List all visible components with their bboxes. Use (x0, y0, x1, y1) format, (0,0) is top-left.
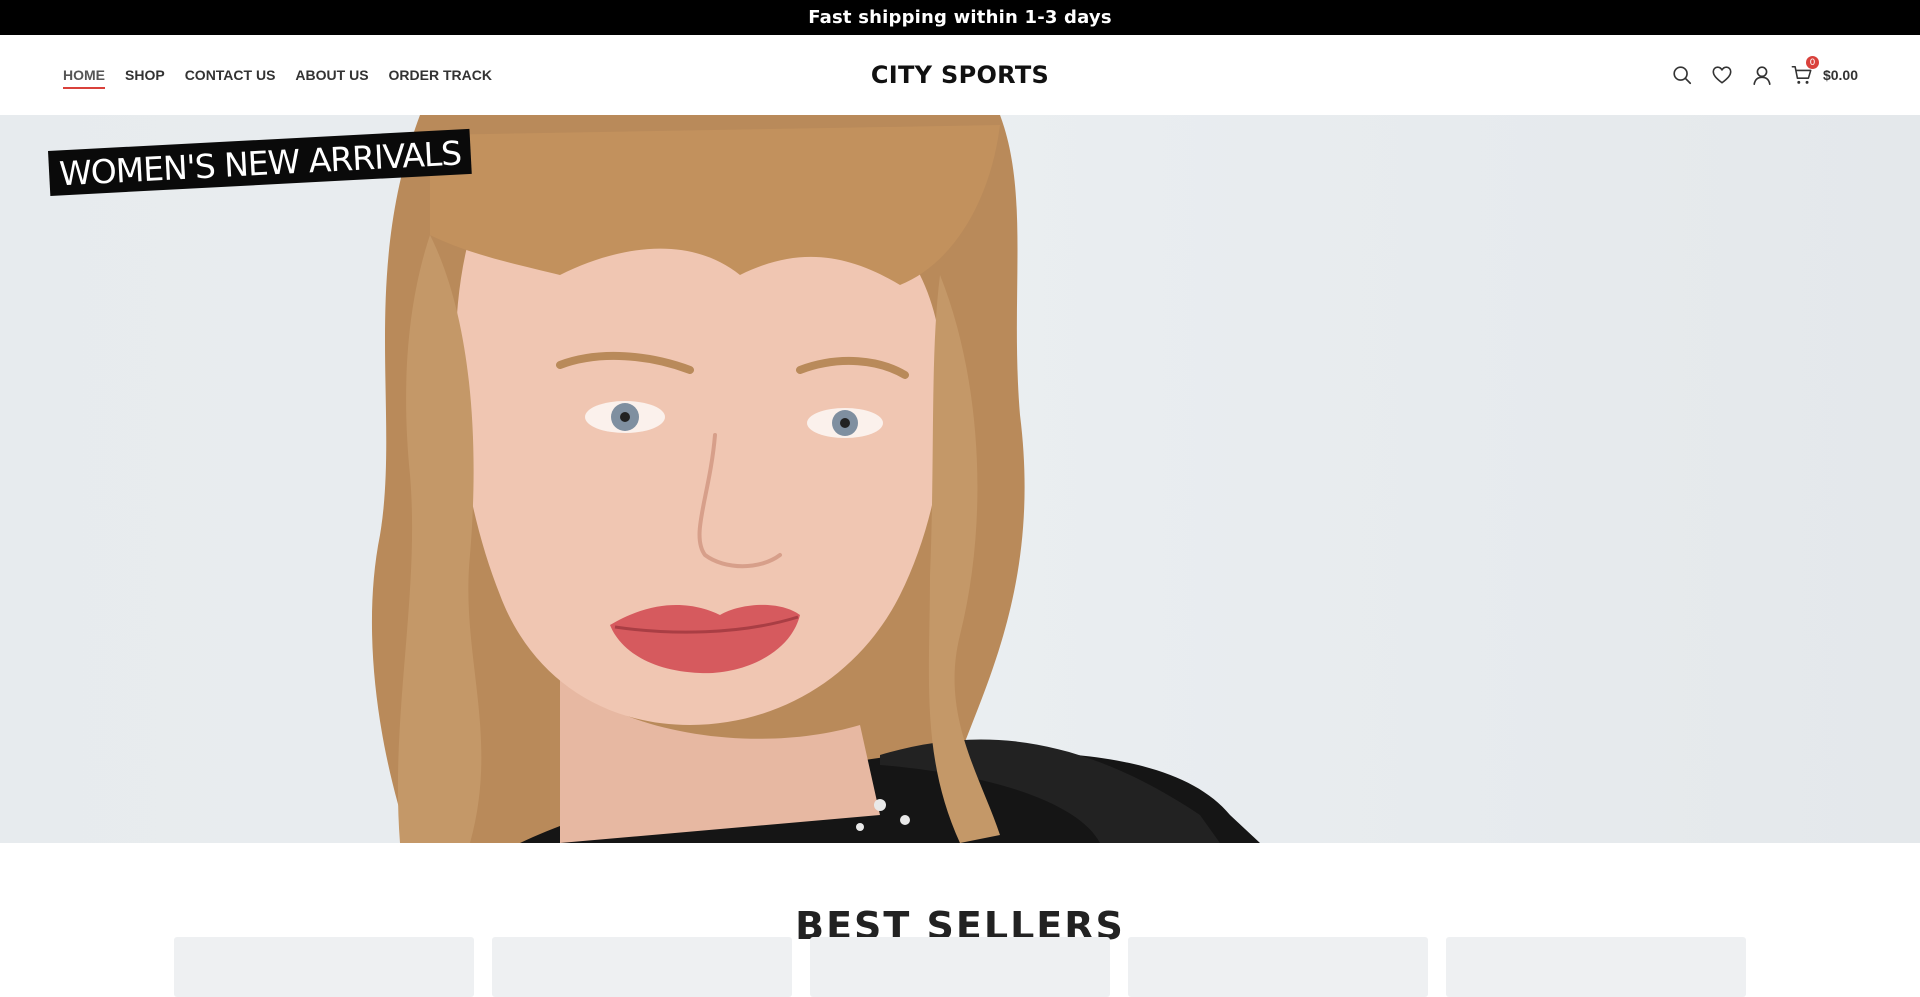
product-card[interactable] (492, 937, 792, 997)
search-button[interactable] (1671, 64, 1693, 86)
product-card[interactable] (810, 937, 1110, 997)
product-card[interactable] (174, 937, 474, 997)
cart-total: $0.00 (1822, 67, 1858, 83)
nav-order-track[interactable]: ORDER TRACK (389, 63, 492, 87)
product-grid (174, 937, 1746, 997)
nav-home[interactable]: HOME (63, 63, 105, 89)
cart-icon-wrap: 0 (1791, 56, 1819, 86)
cart-button[interactable]: 0 $0.00 (1791, 56, 1858, 86)
header-actions: 0 $0.00 (1671, 35, 1858, 115)
product-card[interactable] (1128, 937, 1428, 997)
promo-text: Fast shipping within 1-3 days (808, 7, 1112, 28)
wishlist-button[interactable] (1711, 64, 1733, 86)
brand-logo[interactable]: CITY SPORTS (871, 61, 1049, 89)
search-icon (1673, 66, 1692, 85)
nav-about-us[interactable]: ABOUT US (295, 63, 368, 87)
account-button[interactable] (1751, 64, 1773, 86)
main-nav: HOME SHOP CONTACT US ABOUT US ORDER TRAC… (63, 35, 492, 115)
user-icon (1753, 66, 1771, 85)
cart-count-badge: 0 (1805, 56, 1819, 69)
product-card[interactable] (1446, 937, 1746, 997)
hero-portrait-image (371, 115, 1260, 843)
hero-banner[interactable]: WOMEN'S NEW ARRIVALS (0, 115, 1920, 843)
nav-shop[interactable]: SHOP (125, 63, 165, 87)
promo-bar: Fast shipping within 1-3 days (0, 0, 1920, 35)
nav-contact-us[interactable]: CONTACT US (185, 63, 276, 87)
site-header: HOME SHOP CONTACT US ABOUT US ORDER TRAC… (0, 35, 1920, 115)
heart-icon (1712, 66, 1732, 84)
